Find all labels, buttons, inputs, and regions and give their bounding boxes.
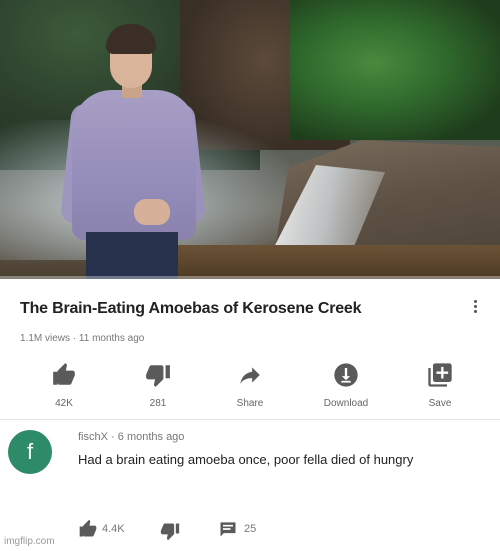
comment-text: Had a brain eating amoeba once, poor fel… (78, 452, 414, 467)
comment-age: 6 months ago (117, 431, 185, 443)
video-progress-bar[interactable] (0, 276, 500, 279)
save-icon (428, 363, 452, 387)
upload-age: 11 months ago (78, 333, 145, 344)
thumbs-up-icon[interactable] (78, 519, 98, 539)
download-icon (334, 363, 358, 387)
dislike-button[interactable]: 281 (118, 360, 198, 409)
view-count: 1.1M views (20, 333, 71, 344)
share-icon (240, 367, 260, 384)
video-player[interactable] (0, 0, 500, 279)
save-button[interactable]: Save (400, 360, 480, 409)
like-count: 42K (55, 398, 73, 409)
foliage (290, 0, 500, 140)
share-button[interactable]: Share (210, 360, 290, 409)
comment-author[interactable]: fischX (78, 431, 108, 443)
presenter (59, 24, 207, 279)
comment-meta: fischX · 6 months ago (78, 431, 185, 443)
video-title: The Brain-Eating Amoebas of Kerosene Cre… (20, 300, 362, 317)
action-bar: 42K 281 Share Download Save (0, 360, 500, 420)
divider (0, 419, 500, 420)
download-label: Download (323, 398, 369, 409)
avatar[interactable]: f (8, 430, 52, 474)
thumbs-down-icon (146, 365, 170, 387)
expand-description-icon[interactable] (470, 298, 480, 318)
save-label: Save (428, 398, 452, 409)
share-label: Share (236, 398, 264, 409)
thumbs-up-icon (53, 363, 75, 385)
reply-comment-icon[interactable] (218, 519, 238, 539)
comment-reply-count[interactable]: 25 (244, 523, 256, 535)
download-button[interactable]: Download (306, 360, 386, 409)
comment-like-count: 4.4K (102, 523, 125, 535)
video-meta: 1.1M views · 11 months ago (20, 333, 145, 344)
dislike-count: 281 (149, 398, 167, 409)
thumbs-down-icon[interactable] (160, 521, 180, 541)
creek-bank (175, 245, 500, 279)
watermark: imgflip.com (4, 536, 55, 547)
like-button[interactable]: 42K (24, 360, 104, 409)
